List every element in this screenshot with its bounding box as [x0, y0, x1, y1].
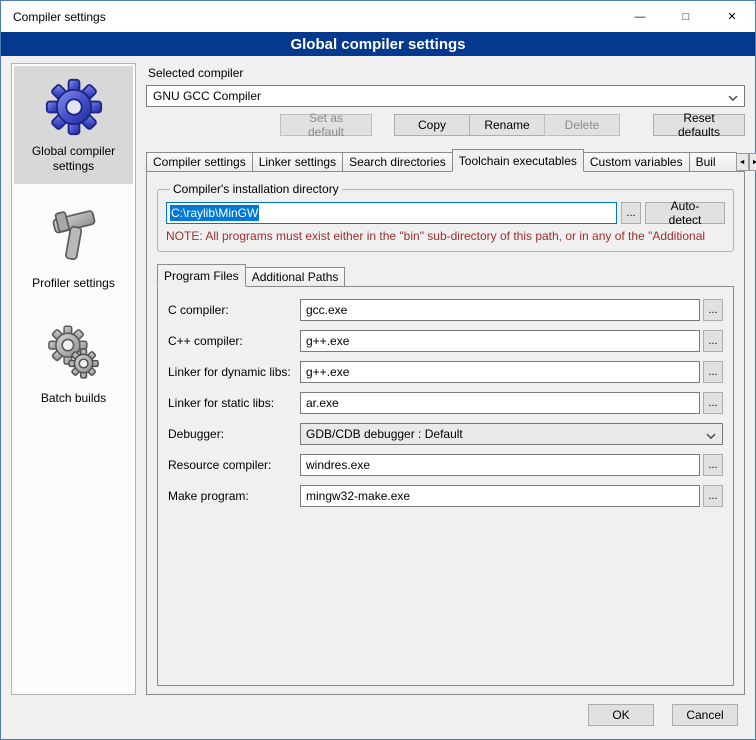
rename-button[interactable]: Rename [469, 114, 545, 136]
selected-compiler-label: Selected compiler [148, 66, 745, 80]
sidebar-item-profiler-settings[interactable]: Profiler settings [14, 194, 133, 301]
program-files-panel: C compiler: gcc.exe ... C++ compiler: g+… [157, 286, 734, 686]
maximize-button[interactable]: □ [663, 1, 709, 32]
dialog-body: Global compiler settings Profiler settin… [1, 56, 755, 697]
make-program-input[interactable]: mingw32-make.exe [300, 485, 700, 507]
tab-scroll-left-icon[interactable]: ◄ [736, 153, 749, 171]
form-row-linker-static: Linker for static libs: ar.exe ... [168, 392, 723, 414]
ok-button[interactable]: OK [588, 704, 654, 726]
tab-scroll-right-icon[interactable]: ► [749, 153, 756, 171]
tab-linker-settings[interactable]: Linker settings [252, 152, 343, 171]
set-as-default-button[interactable]: Set as default [280, 114, 372, 136]
blue-gear-icon [45, 78, 103, 136]
gray-gears-icon [46, 323, 102, 383]
chevron-down-icon [706, 428, 716, 442]
close-button[interactable]: ✕ [709, 1, 755, 32]
linker-dynamic-input[interactable]: g++.exe [300, 361, 700, 383]
chevron-down-icon [728, 90, 738, 104]
tab-toolchain-executables[interactable]: Toolchain executables [452, 149, 584, 172]
installation-directory-group-title: Compiler's installation directory [170, 182, 342, 196]
debugger-label: Debugger: [168, 427, 300, 441]
linker-dynamic-value: g++.exe [306, 365, 349, 379]
sidebar-item-label: Batch builds [41, 391, 106, 406]
tab-search-directories[interactable]: Search directories [342, 152, 453, 171]
installation-directory-input[interactable]: C:\raylib\MinGW [166, 202, 617, 224]
note-text: NOTE: All programs must exist either in … [166, 229, 725, 243]
sidebar-item-global-compiler-settings[interactable]: Global compiler settings [14, 66, 133, 184]
copy-button[interactable]: Copy [394, 114, 470, 136]
profiler-tool-icon [47, 206, 101, 268]
window-title: Compiler settings [1, 1, 617, 32]
subtab-additional-paths[interactable]: Additional Paths [245, 267, 346, 286]
sidebar-item-label: Profiler settings [32, 276, 115, 291]
sidebar-item-label: Global compiler settings [18, 144, 129, 174]
subtab-program-files[interactable]: Program Files [157, 264, 246, 287]
c-compiler-browse-button[interactable]: ... [703, 299, 723, 321]
cpp-compiler-browse-button[interactable]: ... [703, 330, 723, 352]
tab-compiler-settings[interactable]: Compiler settings [146, 152, 253, 171]
main-panel: Selected compiler GNU GCC Compiler Set a… [146, 63, 745, 695]
page-title: Global compiler settings [1, 32, 755, 56]
resource-compiler-label: Resource compiler: [168, 458, 300, 472]
form-row-resource-compiler: Resource compiler: windres.exe ... [168, 454, 723, 476]
installation-directory-value: C:\raylib\MinGW [170, 205, 259, 221]
c-compiler-label: C compiler: [168, 303, 300, 317]
reset-defaults-button[interactable]: Reset defaults [653, 114, 745, 136]
compiler-actions-row: Set as default Copy Rename Delete Reset … [146, 114, 745, 136]
linker-static-input[interactable]: ar.exe [300, 392, 700, 414]
c-compiler-input[interactable]: gcc.exe [300, 299, 700, 321]
sidebar-item-batch-builds[interactable]: Batch builds [14, 311, 133, 416]
cancel-button[interactable]: Cancel [672, 704, 738, 726]
linker-dynamic-browse-button[interactable]: ... [703, 361, 723, 383]
linker-static-label: Linker for static libs: [168, 396, 300, 410]
cpp-compiler-input[interactable]: g++.exe [300, 330, 700, 352]
form-row-make-program: Make program: mingw32-make.exe ... [168, 485, 723, 507]
make-program-value: mingw32-make.exe [306, 489, 410, 503]
auto-detect-button[interactable]: Auto-detect [645, 202, 725, 224]
titlebar: Compiler settings — □ ✕ [1, 1, 755, 32]
dialog-footer: OK Cancel [1, 697, 755, 739]
selected-compiler-dropdown[interactable]: GNU GCC Compiler [146, 85, 745, 107]
form-row-debugger: Debugger: GDB/CDB debugger : Default [168, 423, 723, 445]
debugger-select[interactable]: GDB/CDB debugger : Default [300, 423, 723, 445]
resource-compiler-input[interactable]: windres.exe [300, 454, 700, 476]
installation-directory-group: Compiler's installation directory C:\ray… [157, 182, 734, 252]
debugger-value: GDB/CDB debugger : Default [306, 427, 463, 441]
settings-sidebar: Global compiler settings Profiler settin… [11, 63, 136, 695]
installation-directory-row: C:\raylib\MinGW ... Auto-detect [166, 202, 725, 224]
minimize-button[interactable]: — [617, 1, 663, 32]
cpp-compiler-label: C++ compiler: [168, 334, 300, 348]
installation-directory-browse-button[interactable]: ... [621, 202, 641, 224]
linker-dynamic-label: Linker for dynamic libs: [168, 365, 300, 379]
cpp-compiler-value: g++.exe [306, 334, 349, 348]
program-files-tabstrip: Program Files Additional Paths [157, 264, 734, 286]
toolchain-executables-panel: Compiler's installation directory C:\ray… [146, 171, 745, 695]
form-row-linker-dynamic: Linker for dynamic libs: g++.exe ... [168, 361, 723, 383]
form-row-cpp-compiler: C++ compiler: g++.exe ... [168, 330, 723, 352]
linker-static-browse-button[interactable]: ... [703, 392, 723, 414]
make-program-label: Make program: [168, 489, 300, 503]
delete-button[interactable]: Delete [544, 114, 620, 136]
make-program-browse-button[interactable]: ... [703, 485, 723, 507]
resource-compiler-value: windres.exe [306, 458, 370, 472]
tab-custom-variables[interactable]: Custom variables [583, 152, 690, 171]
settings-tabstrip: Compiler settings Linker settings Search… [146, 148, 745, 171]
form-row-c-compiler: C compiler: gcc.exe ... [168, 299, 723, 321]
c-compiler-value: gcc.exe [306, 303, 347, 317]
compiler-settings-window: Compiler settings — □ ✕ Global compiler … [0, 0, 756, 740]
resource-compiler-browse-button[interactable]: ... [703, 454, 723, 476]
tab-scroll-arrows: ◄ ► [736, 153, 756, 171]
selected-compiler-value: GNU GCC Compiler [153, 89, 261, 103]
tab-build-options-clipped[interactable]: Buil [689, 152, 737, 171]
linker-static-value: ar.exe [306, 396, 339, 410]
